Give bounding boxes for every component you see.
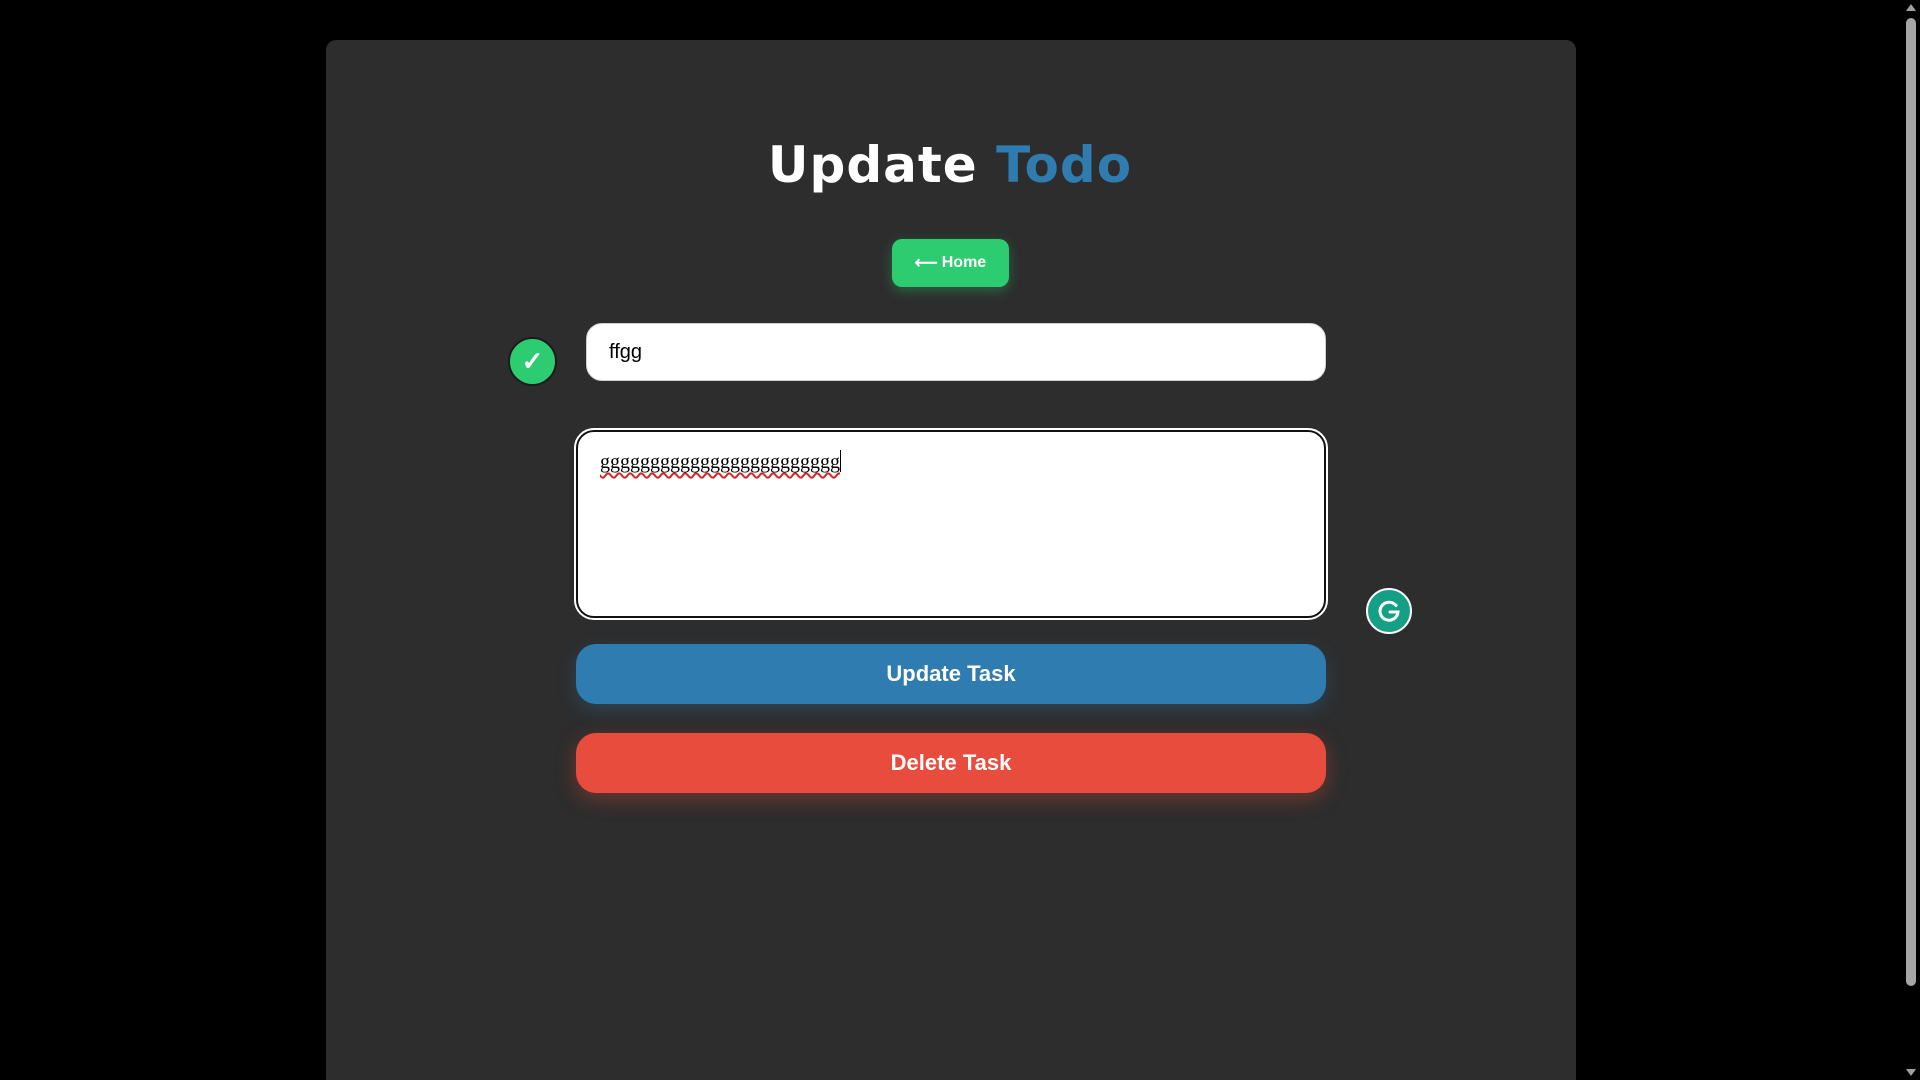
home-button[interactable]: ⟵ Home: [892, 239, 1009, 287]
grammarly-icon[interactable]: [1366, 588, 1412, 634]
scroll-up-arrow-icon[interactable]: [1906, 4, 1916, 11]
page-title-word-update: Update: [767, 136, 978, 194]
arrow-left-icon: ⟵: [914, 255, 938, 272]
vertical-scrollbar[interactable]: [1902, 0, 1920, 1080]
update-task-button[interactable]: Update Task: [576, 644, 1326, 704]
scrollbar-thumb[interactable]: [1906, 18, 1916, 986]
page-title-word-todo: Todo: [996, 136, 1133, 194]
home-button-label: Home: [941, 254, 987, 271]
scroll-down-arrow-icon[interactable]: [1906, 1069, 1916, 1076]
delete-task-button[interactable]: Delete Task: [576, 733, 1326, 793]
task-description-text: gggggggggggggggggggggggg: [600, 451, 840, 473]
text-caret: [840, 450, 841, 472]
task-description-textarea[interactable]: gggggggggggggggggggggggg: [574, 428, 1328, 620]
page: Update Todo ⟵ Home ✓ ggggggggggggggggggg…: [0, 0, 1920, 1080]
page-title: Update Todo: [0, 132, 1900, 198]
task-title-input[interactable]: [586, 323, 1326, 381]
task-complete-toggle[interactable]: ✓: [508, 337, 557, 386]
checkmark-icon: ✓: [521, 346, 544, 376]
grammarly-g-icon: [1378, 600, 1400, 622]
